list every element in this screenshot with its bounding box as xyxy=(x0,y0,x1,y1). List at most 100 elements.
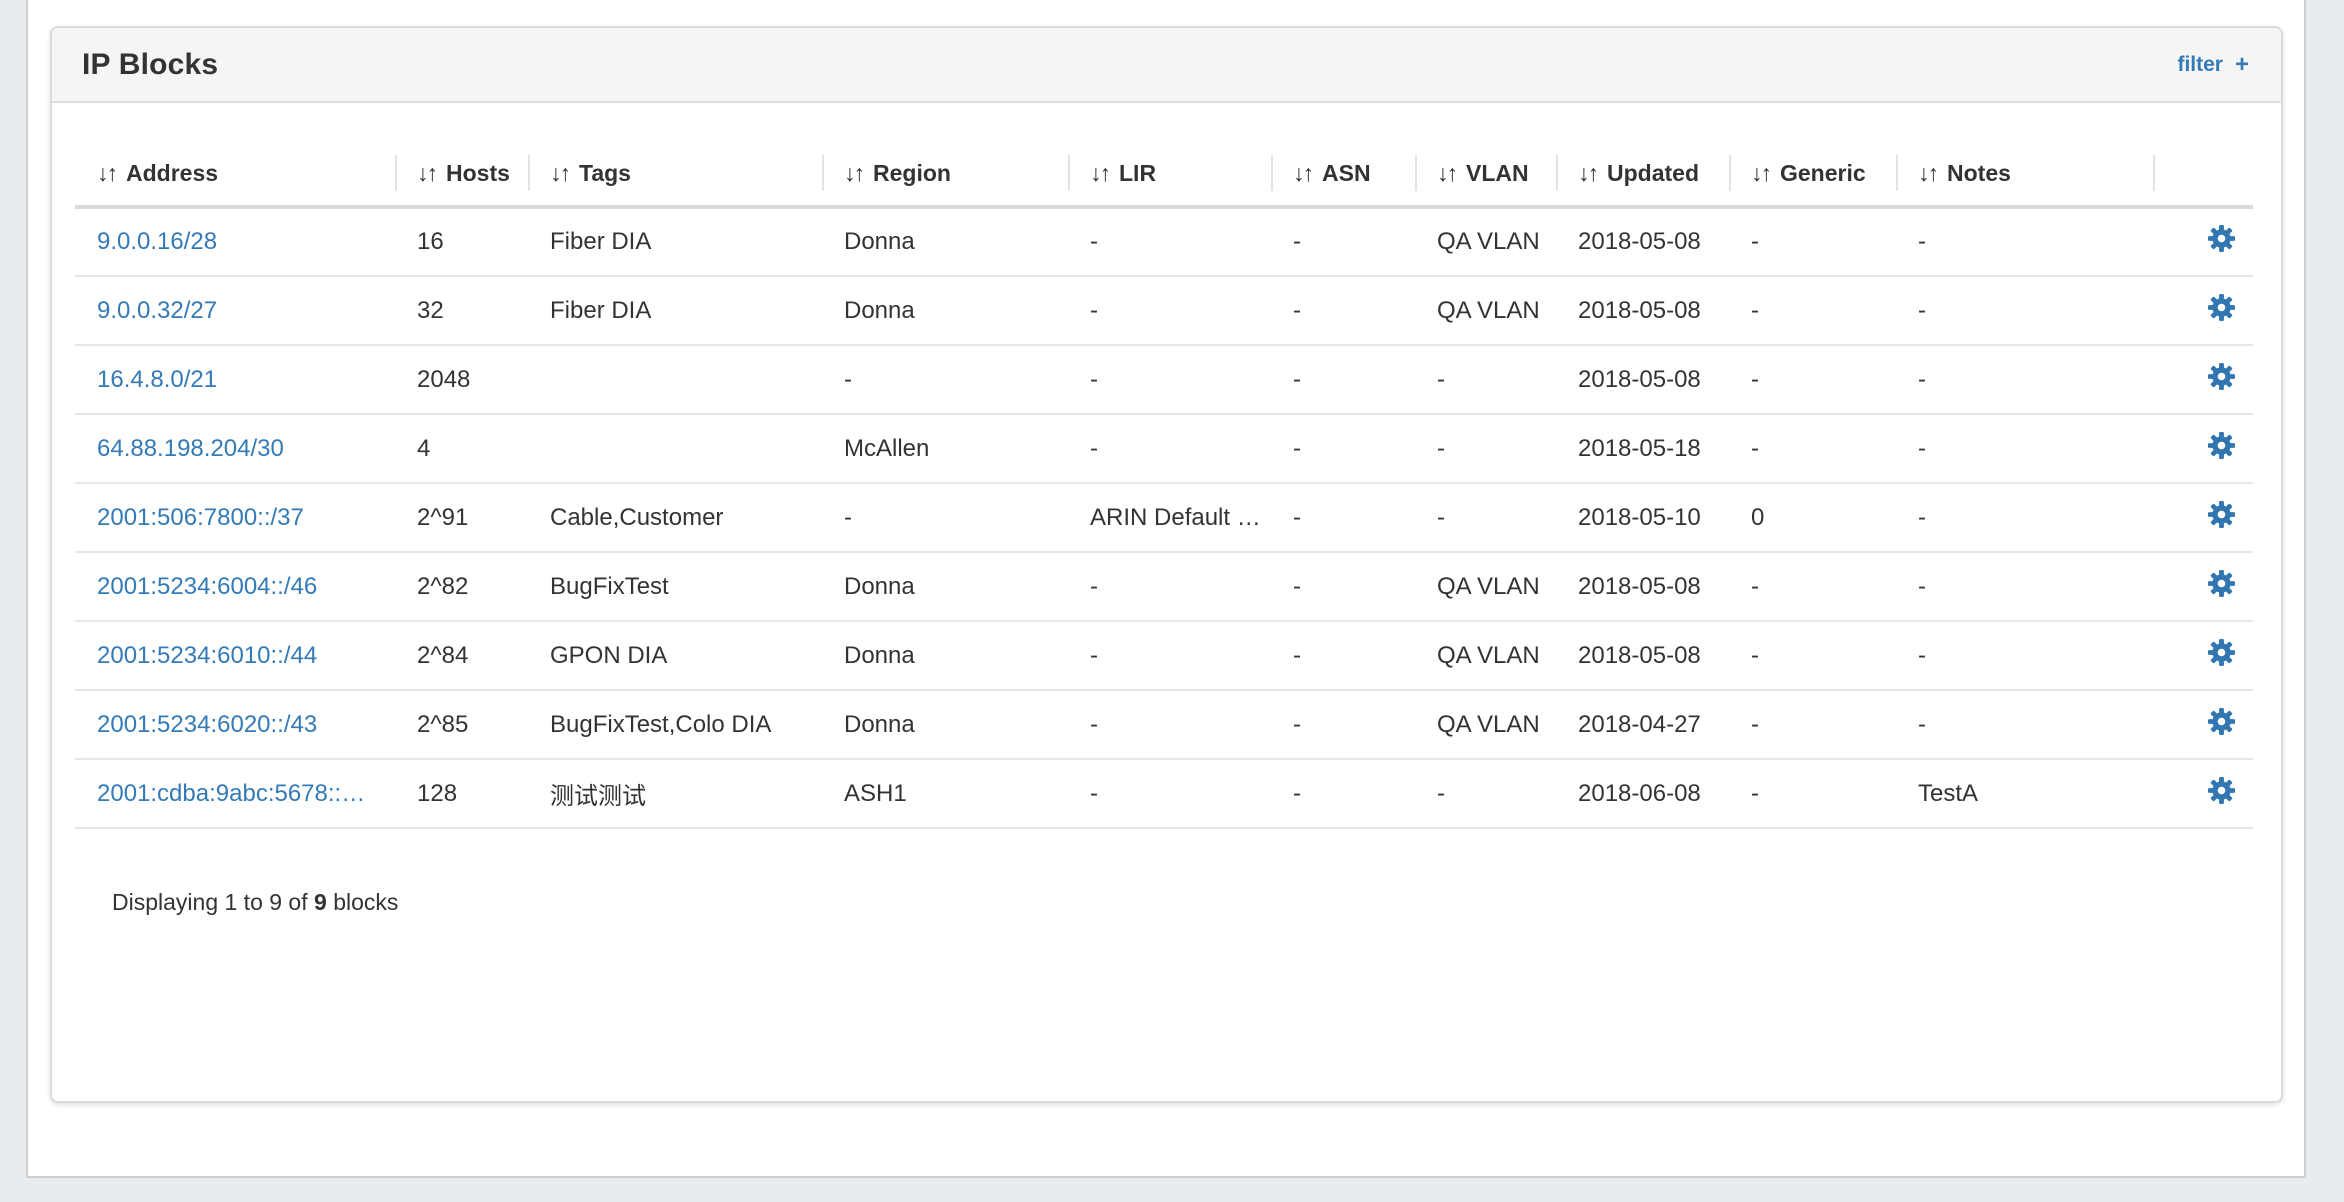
filter-label: filter xyxy=(2177,53,2223,77)
cell-tags: 测试测试 xyxy=(528,759,822,828)
cell-asn: - xyxy=(1271,690,1415,759)
column-label: LIR xyxy=(1119,160,1156,187)
cell-lir: - xyxy=(1068,276,1271,345)
column-label: Updated xyxy=(1607,160,1699,187)
cell-notes: - xyxy=(1896,276,2153,345)
row-settings-button[interactable] xyxy=(2208,570,2235,597)
filter-toggle-link[interactable]: filter + xyxy=(2177,51,2249,79)
row-settings-button[interactable] xyxy=(2208,432,2235,459)
cell-tags: GPON DIA xyxy=(528,621,822,690)
cell-region: Donna xyxy=(822,207,1068,276)
column-header-notes[interactable]: ↓↑Notes xyxy=(1896,141,2153,207)
sort-icon: ↓↑ xyxy=(1918,160,1937,187)
cell-vlan: - xyxy=(1415,759,1556,828)
table-row: 2001:5234:6010::/442^84GPON DIADonna--QA… xyxy=(75,621,2253,690)
cell-region: Donna xyxy=(822,621,1068,690)
cell-hosts: 32 xyxy=(395,276,528,345)
table-row: 2001:cdba:9abc:5678::…128测试测试ASH1---2018… xyxy=(75,759,2253,828)
address-link[interactable]: 64.88.198.204/30 xyxy=(97,435,284,462)
cell-vlan: QA VLAN xyxy=(1415,276,1556,345)
pagination-suffix: blocks xyxy=(327,889,399,915)
column-label: ASN xyxy=(1322,160,1371,187)
cell-notes: - xyxy=(1896,621,2153,690)
row-settings-button[interactable] xyxy=(2208,363,2235,390)
cell-notes: - xyxy=(1896,690,2153,759)
table-body: 9.0.0.16/2816Fiber DIADonna--QA VLAN2018… xyxy=(75,207,2253,828)
cell-tags: BugFixTest xyxy=(528,552,822,621)
content-container: IP Blocks filter + ↓↑Address↓↑Hosts↓↑Tag… xyxy=(26,0,2306,1178)
column-header-lir[interactable]: ↓↑ LIR xyxy=(1068,141,1271,207)
sort-icon: ↓↑ xyxy=(1751,160,1770,187)
column-header-updated[interactable]: ↓↑Updated xyxy=(1556,141,1729,207)
cell-lir: - xyxy=(1068,414,1271,483)
table-row: 2001:5234:6020::/432^85BugFixTest,Colo D… xyxy=(75,690,2253,759)
cell-actions xyxy=(2153,690,2253,759)
cell-notes: - xyxy=(1896,345,2153,414)
cell-hosts: 128 xyxy=(395,759,528,828)
cell-hosts: 16 xyxy=(395,207,528,276)
cell-vlan: QA VLAN xyxy=(1415,552,1556,621)
column-label: Generic xyxy=(1780,160,1866,187)
plus-icon: + xyxy=(2235,51,2249,79)
column-header-vlan[interactable]: ↓↑VLAN xyxy=(1415,141,1556,207)
cell-updated: 2018-05-08 xyxy=(1556,552,1729,621)
column-header-actions xyxy=(2153,141,2253,207)
cell-address: 16.4.8.0/21 xyxy=(75,345,395,414)
gear-icon xyxy=(2208,363,2235,390)
cell-address: 2001:5234:6020::/43 xyxy=(75,690,395,759)
row-settings-button[interactable] xyxy=(2208,225,2235,252)
cell-lir: - xyxy=(1068,759,1271,828)
column-header-region[interactable]: ↓↑Region xyxy=(822,141,1068,207)
cell-address: 9.0.0.32/27 xyxy=(75,276,395,345)
cell-updated: 2018-05-08 xyxy=(1556,621,1729,690)
row-settings-button[interactable] xyxy=(2208,501,2235,528)
column-label: VLAN xyxy=(1466,160,1529,187)
cell-notes: - xyxy=(1896,483,2153,552)
cell-notes: - xyxy=(1896,414,2153,483)
column-header-asn[interactable]: ↓↑ASN xyxy=(1271,141,1415,207)
column-label: Region xyxy=(873,160,951,187)
sort-icon: ↓↑ xyxy=(1090,160,1109,187)
cell-actions xyxy=(2153,483,2253,552)
row-settings-button[interactable] xyxy=(2208,708,2235,735)
cell-updated: 2018-04-27 xyxy=(1556,690,1729,759)
address-link[interactable]: 9.0.0.16/28 xyxy=(97,228,217,255)
row-settings-button[interactable] xyxy=(2208,777,2235,804)
address-link[interactable]: 16.4.8.0/21 xyxy=(97,366,217,393)
cell-asn: - xyxy=(1271,759,1415,828)
cell-generic: - xyxy=(1729,621,1896,690)
column-header-tags[interactable]: ↓↑Tags xyxy=(528,141,822,207)
address-link[interactable]: 2001:cdba:9abc:5678::… xyxy=(97,780,365,807)
address-link[interactable]: 2001:5234:6010::/44 xyxy=(97,642,317,669)
cell-generic: - xyxy=(1729,207,1896,276)
table-row: 64.88.198.204/304McAllen---2018-05-18-- xyxy=(75,414,2253,483)
address-link[interactable]: 9.0.0.32/27 xyxy=(97,297,217,324)
column-header-address[interactable]: ↓↑Address xyxy=(75,141,395,207)
column-header-hosts[interactable]: ↓↑Hosts xyxy=(395,141,528,207)
cell-lir: - xyxy=(1068,552,1271,621)
cell-hosts: 2^82 xyxy=(395,552,528,621)
gear-icon xyxy=(2208,501,2235,528)
table-row: 2001:506:7800::/372^91Cable,Customer-ARI… xyxy=(75,483,2253,552)
table-row: 2001:5234:6004::/462^82BugFixTestDonna--… xyxy=(75,552,2253,621)
column-label: Address xyxy=(126,160,218,187)
ip-blocks-panel: IP Blocks filter + ↓↑Address↓↑Hosts↓↑Tag… xyxy=(50,26,2283,1103)
cell-vlan: - xyxy=(1415,483,1556,552)
column-label: Hosts xyxy=(446,160,510,187)
address-link[interactable]: 2001:5234:6004::/46 xyxy=(97,573,317,600)
address-link[interactable]: 2001:506:7800::/37 xyxy=(97,504,304,531)
address-link[interactable]: 2001:5234:6020::/43 xyxy=(97,711,317,738)
cell-generic: - xyxy=(1729,552,1896,621)
cell-asn: - xyxy=(1271,345,1415,414)
gear-icon xyxy=(2208,708,2235,735)
gear-icon xyxy=(2208,777,2235,804)
cell-updated: 2018-06-08 xyxy=(1556,759,1729,828)
cell-lir: - xyxy=(1068,690,1271,759)
column-label: Tags xyxy=(579,160,631,187)
cell-asn: - xyxy=(1271,483,1415,552)
cell-actions xyxy=(2153,621,2253,690)
row-settings-button[interactable] xyxy=(2208,639,2235,666)
row-settings-button[interactable] xyxy=(2208,294,2235,321)
column-header-generic[interactable]: ↓↑ Generic xyxy=(1729,141,1896,207)
cell-region: Donna xyxy=(822,690,1068,759)
